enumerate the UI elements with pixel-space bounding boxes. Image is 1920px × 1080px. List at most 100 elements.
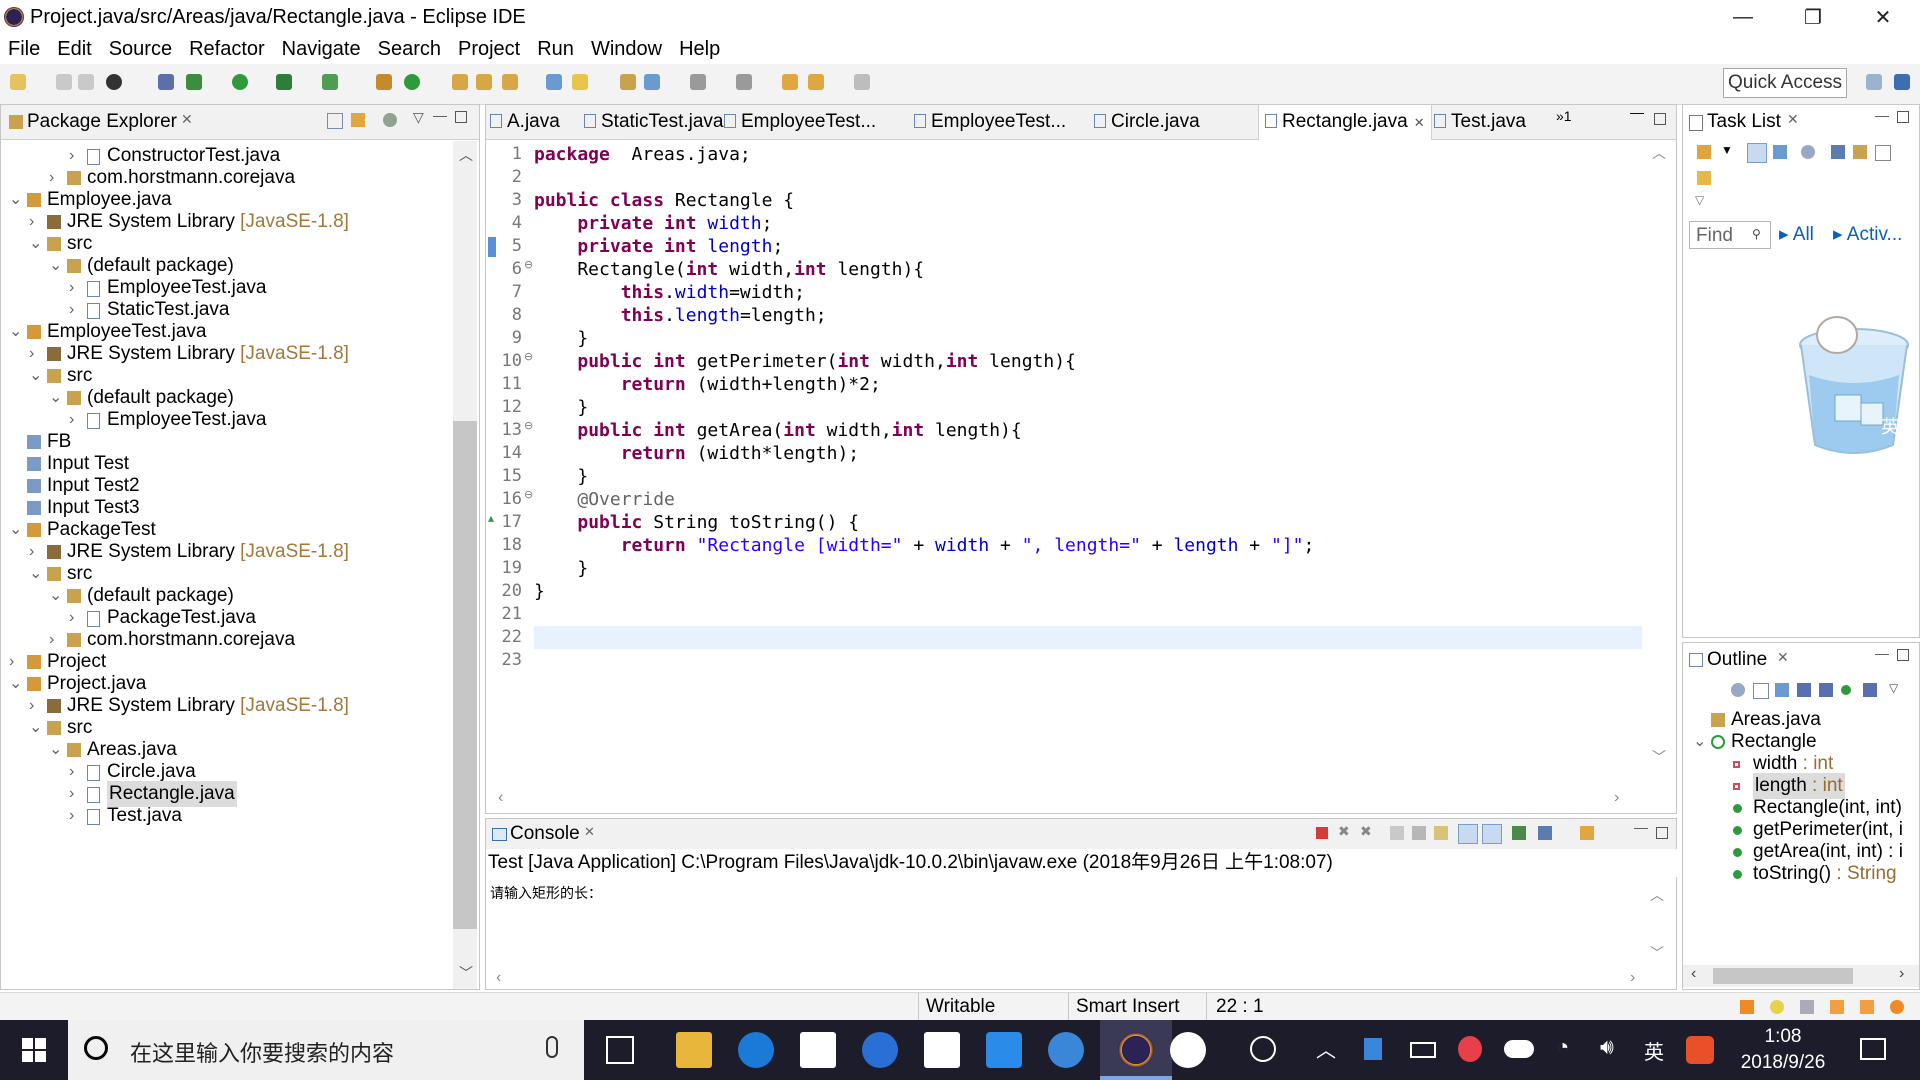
code-line[interactable]: public int getPerimeter(int width,int le… <box>534 350 1076 373</box>
minimize-view-icon[interactable]: — <box>1875 107 1889 123</box>
word-wrap-icon[interactable] <box>1434 826 1448 840</box>
minimize-view-icon[interactable]: — <box>1634 819 1648 835</box>
editor-tab[interactable]: EmployeeTest... <box>724 105 876 139</box>
external-tools-icon[interactable] <box>322 74 338 90</box>
terminate-icon[interactable] <box>1316 827 1328 839</box>
wifi-icon[interactable]: ◔ <box>1556 1034 1569 1060</box>
microphone-icon[interactable] <box>546 1036 558 1058</box>
code-line[interactable]: public int getArea(int width,int length)… <box>534 419 1021 442</box>
link-editor-icon[interactable] <box>351 113 365 127</box>
tray-app-icon[interactable] <box>1364 1038 1382 1060</box>
user-avatar-icon[interactable] <box>1170 1032 1206 1068</box>
hide-local-types-icon[interactable] <box>1863 683 1877 697</box>
open-console-icon[interactable] <box>1580 826 1594 840</box>
task-icon[interactable] <box>1800 1000 1814 1014</box>
collapse-all-icon[interactable] <box>1753 683 1769 699</box>
sogou-icon[interactable] <box>862 1032 898 1068</box>
categorized-icon[interactable] <box>1747 143 1767 163</box>
skip-breakpoints-icon[interactable] <box>106 74 122 90</box>
back-icon[interactable] <box>808 74 824 90</box>
code-line[interactable]: public class Rectangle { <box>534 189 794 212</box>
close-button[interactable]: ✕ <box>1850 0 1916 34</box>
scrollbar-thumb[interactable] <box>1713 968 1853 984</box>
close-icon[interactable]: ✕ <box>181 111 193 128</box>
toggle-icon[interactable] <box>158 74 174 90</box>
open-task-icon[interactable] <box>476 74 492 90</box>
new-java-project-icon[interactable] <box>376 74 392 90</box>
scroll-down-icon[interactable]: ﹀ <box>1650 943 1664 963</box>
find-input[interactable]: Find ⚲ <box>1689 221 1771 249</box>
coverage-icon[interactable] <box>276 74 292 90</box>
taskbar-search-box[interactable]: 在这里输入你要搜索的内容 <box>68 1020 584 1080</box>
minimize-view-icon[interactable]: — <box>1875 645 1889 661</box>
clear-console-icon[interactable] <box>1390 826 1404 840</box>
onedrive-icon[interactable] <box>1504 1040 1534 1058</box>
file-explorer-icon[interactable] <box>676 1032 712 1068</box>
quick-access-field[interactable]: Quick Access <box>1723 68 1847 98</box>
console-title[interactable]: Console <box>510 817 580 851</box>
minimize-view-icon[interactable]: — <box>1630 95 1644 129</box>
qq-icon[interactable] <box>1458 1036 1482 1062</box>
menu-file[interactable]: File <box>0 34 49 64</box>
chevron-right-icon[interactable]: › <box>69 803 74 829</box>
editor-tab[interactable]: Rectangle.java ✕ <box>1258 105 1432 140</box>
fold-icon[interactable]: ⊖ <box>524 419 533 432</box>
menu-help[interactable]: Help <box>671 34 729 64</box>
task-list-title[interactable]: Task List <box>1707 105 1781 139</box>
menu-edit[interactable]: Edit <box>49 34 100 64</box>
display-console-icon[interactable] <box>1538 826 1552 840</box>
save-all-icon[interactable] <box>78 74 94 90</box>
scroll-up-icon[interactable]: ︿ <box>459 145 473 165</box>
maximize-view-icon[interactable] <box>1654 113 1666 125</box>
package-explorer-title[interactable]: Package Explorer <box>27 105 177 139</box>
editor-tab[interactable]: StaticTest.java <box>584 105 724 139</box>
settings-icon[interactable] <box>1890 1000 1904 1014</box>
remove-all-icon[interactable]: ✖ <box>1360 823 1372 840</box>
menu-search[interactable]: Search <box>370 34 450 64</box>
menu-window[interactable]: Window <box>583 34 671 64</box>
pin-console-icon[interactable] <box>1512 826 1526 840</box>
restore-button[interactable]: ❐ <box>1780 0 1846 34</box>
open-type-icon[interactable] <box>452 74 468 90</box>
plugin-icon[interactable] <box>1860 1000 1874 1014</box>
outline-item[interactable]: toString() : String <box>1683 861 1919 887</box>
windows-start-icon[interactable] <box>22 1038 46 1062</box>
activate-link[interactable]: ▸ Activ... <box>1833 223 1902 246</box>
view-menu-icon[interactable]: ▽ <box>1889 681 1898 695</box>
scheduled-icon[interactable] <box>1773 145 1787 159</box>
task-view-icon[interactable] <box>606 1036 634 1064</box>
clock-time[interactable]: 1:08 <box>1730 1026 1836 1048</box>
code-line[interactable]: } <box>534 327 588 350</box>
fold-icon[interactable]: ⊖ <box>524 488 533 501</box>
menu-refactor[interactable]: Refactor <box>181 34 274 64</box>
code-line[interactable]: } <box>534 580 545 603</box>
scroll-left-icon[interactable]: ‹ <box>498 789 503 807</box>
console-output[interactable]: 请输入矩形的长： <box>490 883 602 903</box>
scroll-left-icon[interactable]: ‹ <box>1691 965 1696 983</box>
sort-alpha-icon[interactable] <box>1775 683 1789 697</box>
scroll-lock-icon[interactable] <box>1412 826 1426 840</box>
new-task-icon[interactable] <box>1697 145 1711 159</box>
forward-icon[interactable] <box>854 74 870 90</box>
debug-icon[interactable] <box>186 74 202 90</box>
floating-mascot-widget[interactable]: 英 <box>1795 305 1913 455</box>
sync-icon[interactable] <box>1875 145 1891 161</box>
run-icon[interactable] <box>232 74 248 90</box>
maximize-view-icon[interactable] <box>455 111 467 123</box>
collapse-icon[interactable] <box>1853 145 1867 159</box>
code-line[interactable]: public String toString() { <box>534 511 859 534</box>
minimize-button[interactable]: — <box>1710 0 1776 34</box>
sogou-ime-icon[interactable] <box>1686 1036 1714 1064</box>
editor-tab[interactable]: EmployeeTest... <box>914 105 1066 139</box>
close-icon[interactable]: ✕ <box>1414 115 1425 130</box>
filter-icon[interactable] <box>383 113 397 127</box>
chevron-up-icon[interactable]: ︿ <box>1316 1034 1336 1063</box>
outline-hscroll[interactable]: ‹ › <box>1683 965 1919 987</box>
editor-vscroll[interactable]: ︿ ﹀ <box>1644 141 1674 769</box>
code-line[interactable]: return (width+length)*2; <box>534 373 881 396</box>
close-icon[interactable]: ✕ <box>584 824 595 840</box>
previous-annotation-icon[interactable] <box>736 74 752 90</box>
hide-static-icon[interactable] <box>1819 683 1833 697</box>
new-icon[interactable] <box>10 74 26 90</box>
maximize-view-icon[interactable] <box>1897 111 1909 123</box>
